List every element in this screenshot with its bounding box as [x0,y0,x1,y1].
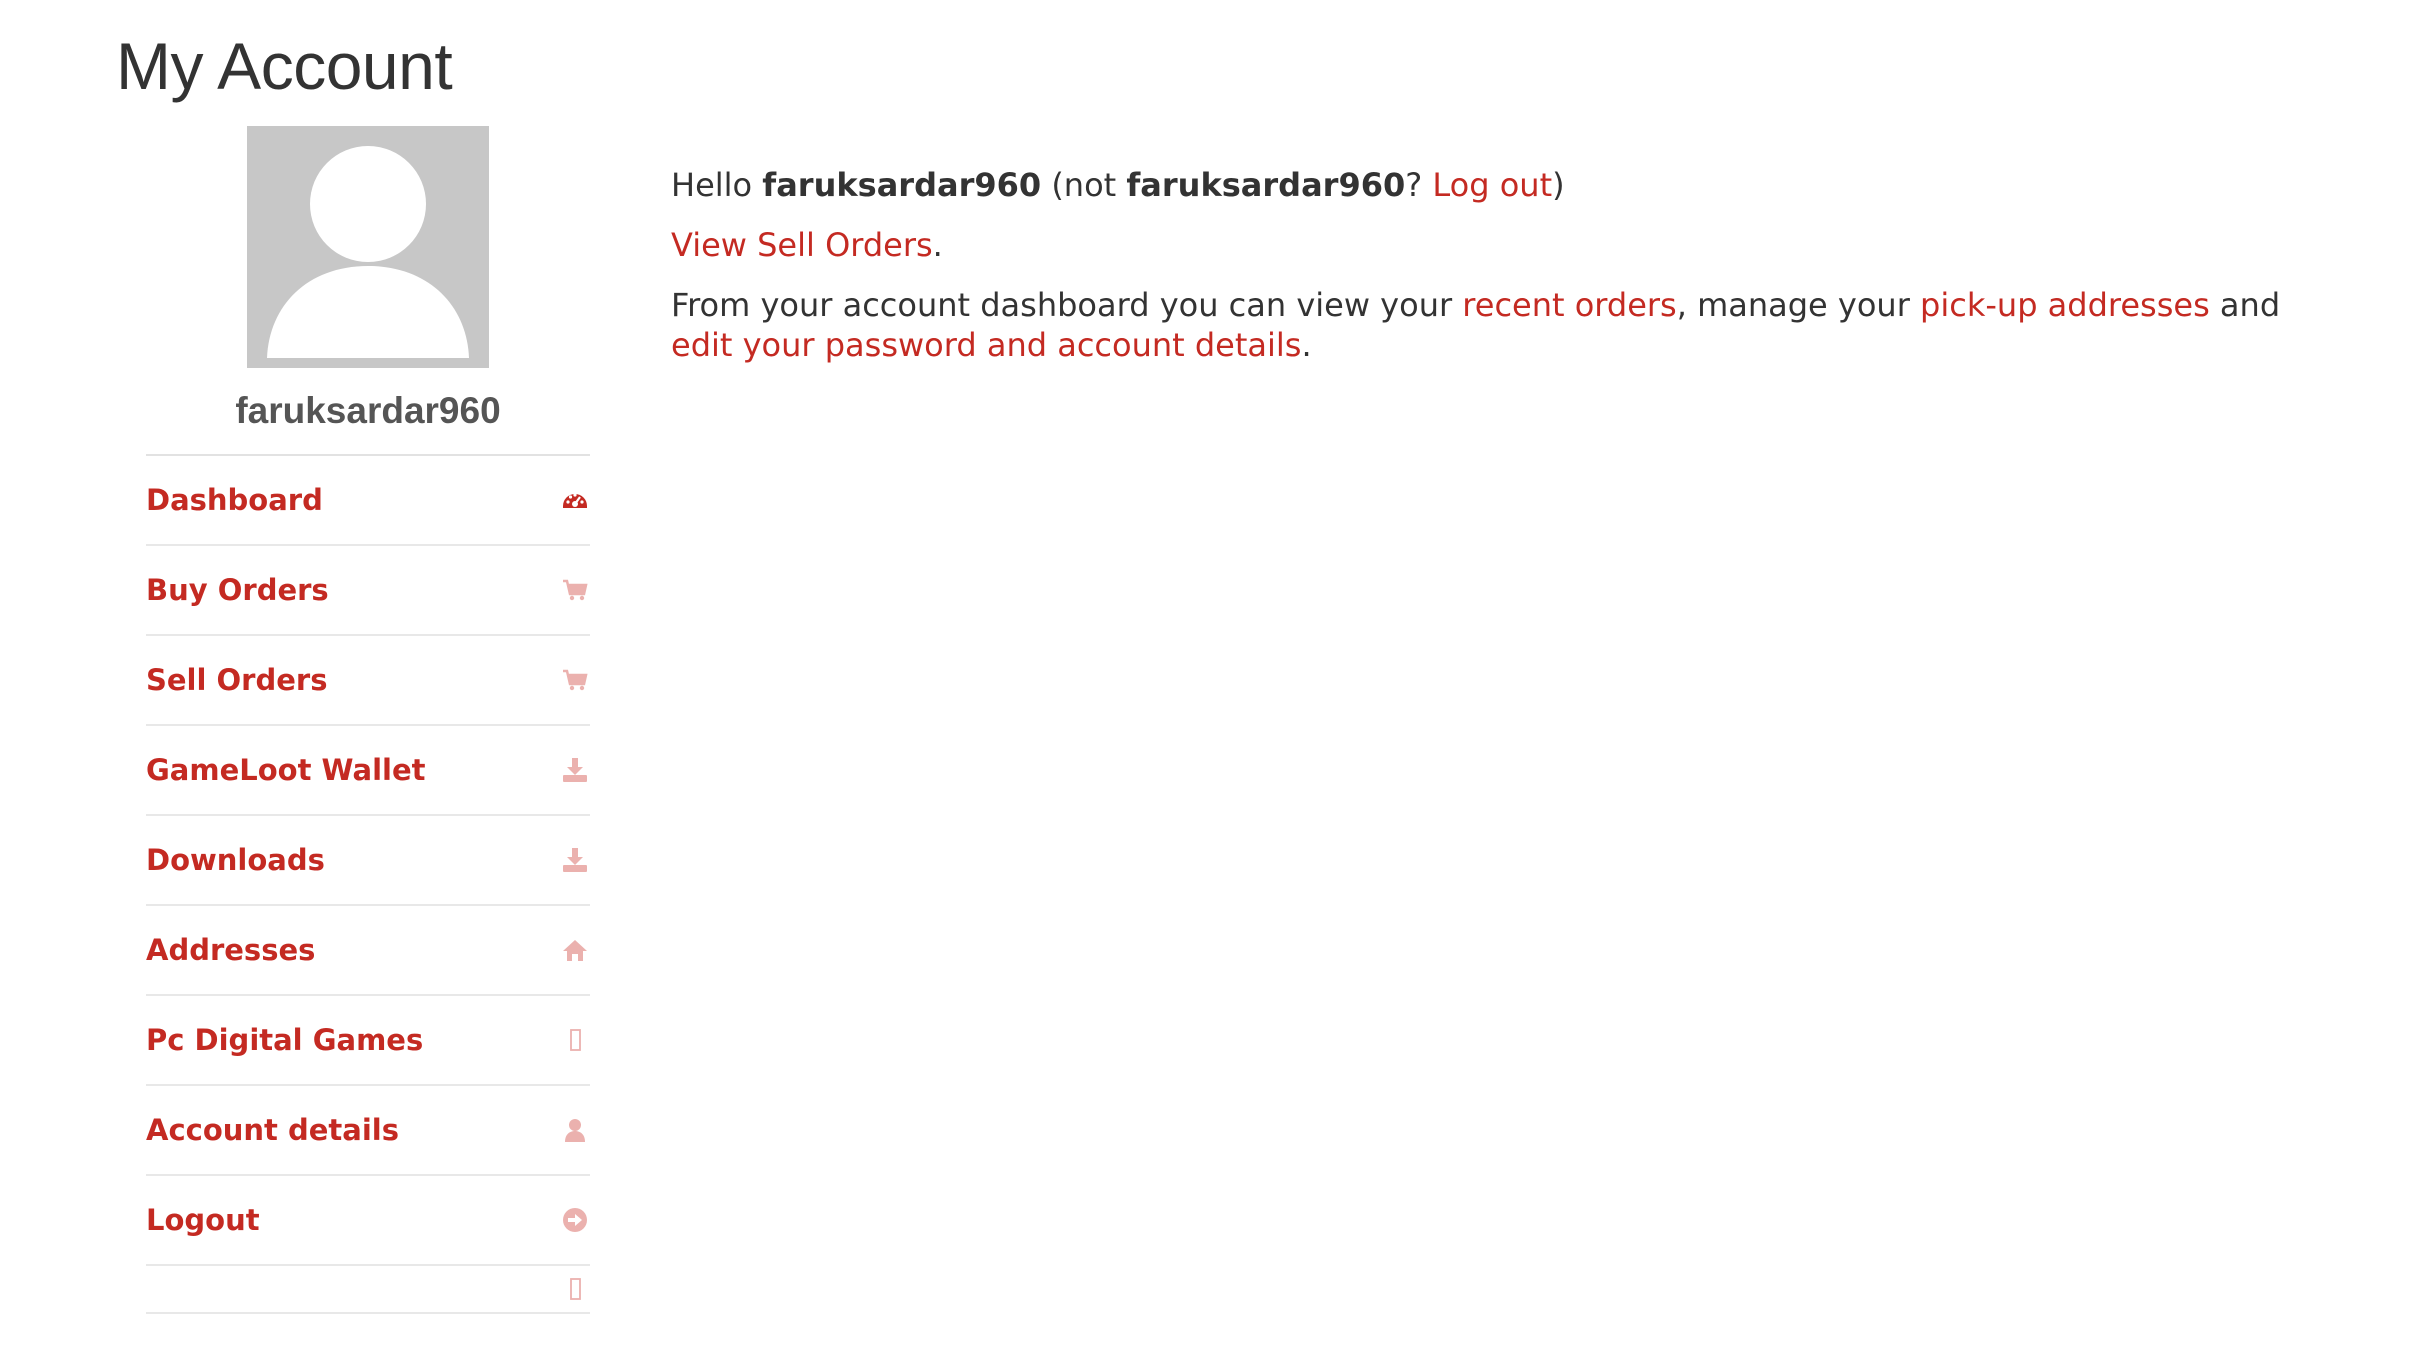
nav-item-label: Account details [146,1113,399,1147]
nav-item-buy-orders[interactable]: Buy Orders [146,546,590,636]
greeting-question: ? [1405,166,1433,204]
dashboard-content: Hello faruksardar960 (not faruksardar960… [671,165,2351,385]
nav-item-label: Downloads [146,843,325,877]
greeting-username: faruksardar960 [762,166,1042,204]
arrow-circle-right-icon [560,1205,590,1235]
greeting-hello: Hello [671,166,763,204]
nav-item-account-details[interactable]: Account details [146,1086,590,1176]
nav-item-downloads[interactable]: Downloads [146,816,590,906]
download-icon [560,845,590,875]
nav-item-label: Logout [146,1203,260,1237]
blank-icon [560,1274,590,1304]
nav-item-logout[interactable]: Logout [146,1176,590,1266]
nav-item-empty[interactable] [146,1266,590,1314]
cart-icon [560,665,590,695]
avatar [247,126,489,368]
view-sell-orders-link[interactable]: View Sell Orders [671,226,933,264]
home-icon [560,935,590,965]
dashboard-description: From your account dashboard you can view… [671,285,2351,365]
dashboard-text-part1: From your account dashboard you can view… [671,286,1463,324]
sell-orders-line: View Sell Orders. [671,225,2351,265]
dashboard-text-part4: . [1301,326,1312,364]
user-icon [560,1115,590,1145]
cart-icon [560,575,590,605]
nav-item-label: GameLoot Wallet [146,753,426,787]
nav-item-label: Sell Orders [146,663,328,697]
sell-orders-period: . [932,226,943,264]
recent-orders-link[interactable]: recent orders [1462,286,1676,324]
dashboard-text-part3: and [2209,286,2281,324]
edit-account-details-link[interactable]: edit your password and account details [671,326,1301,364]
nav-item-pc-digital-games[interactable]: Pc Digital Games [146,996,590,1086]
nav-item-label: Pc Digital Games [146,1023,424,1057]
account-navigation: Dashboard Buy Orders Sell Orders GameLoo… [146,454,590,1314]
account-sidebar: faruksardar960 Dashboard Buy Orders Sell… [146,126,590,1314]
nav-item-label: Buy Orders [146,573,329,607]
dashboard-text-part2: , manage your [1676,286,1921,324]
page-title: My Account [116,29,453,103]
nav-item-dashboard[interactable]: Dashboard [146,456,590,546]
nav-item-gameloot-wallet[interactable]: GameLoot Wallet [146,726,590,816]
greeting-close: ) [1552,166,1565,204]
user-avatar-icon [247,126,489,368]
greeting-not-open: (not [1041,166,1127,204]
nav-item-sell-orders[interactable]: Sell Orders [146,636,590,726]
profile-username: faruksardar960 [235,390,501,431]
nav-item-label: Addresses [146,933,316,967]
download-icon [560,755,590,785]
blank-icon [560,1025,590,1055]
nav-item-label: Dashboard [146,483,323,517]
greeting-username-again: faruksardar960 [1126,166,1406,204]
dashboard-icon [560,485,590,515]
logout-link[interactable]: Log out [1432,166,1552,204]
nav-item-addresses[interactable]: Addresses [146,906,590,996]
greeting-line: Hello faruksardar960 (not faruksardar960… [671,165,2351,205]
pickup-addresses-link[interactable]: pick-up addresses [1920,286,2210,324]
